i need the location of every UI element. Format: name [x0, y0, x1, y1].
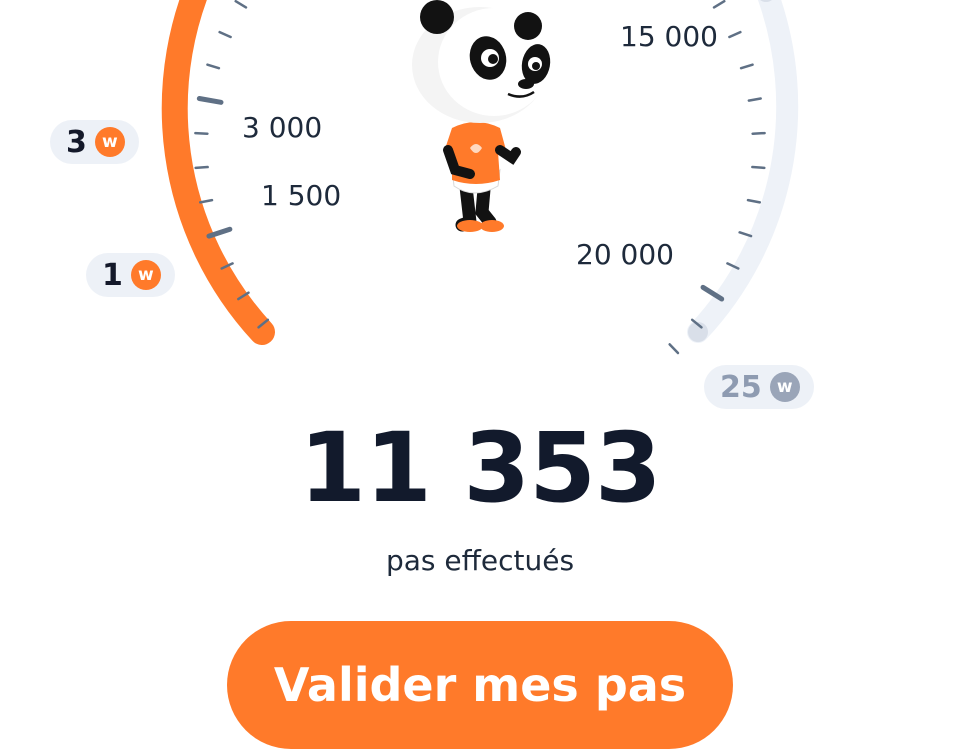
gauge-major-tick — [196, 96, 224, 105]
reward-amount: 1 — [102, 257, 123, 293]
gauge-minor-tick — [746, 198, 762, 204]
reward-badge-1: 1 w — [86, 253, 175, 297]
steps-count: 11 353 — [299, 412, 661, 524]
reward-badge-3: 3 w — [50, 120, 139, 164]
scale-label-1500: 1 500 — [261, 179, 342, 212]
gauge-minor-tick — [198, 198, 214, 204]
gauge-minor-tick — [728, 30, 742, 39]
gauge-progress-arc — [161, 0, 275, 345]
gauge-minor-tick — [738, 231, 753, 238]
gauge-major-tick — [206, 226, 233, 239]
coin-icon: w — [769, 372, 800, 402]
reward-badge-25: 25 w — [704, 365, 814, 409]
scale-label-3000: 3 000 — [242, 111, 323, 144]
gauge-minor-tick — [739, 63, 754, 70]
scale-label-20000: 20 000 — [576, 238, 674, 271]
gauge-minor-tick — [234, 0, 248, 9]
panda-mascot — [412, 0, 551, 232]
gauge-minor-tick — [751, 165, 766, 170]
gauge-minor-tick — [206, 63, 221, 70]
validate-steps-button[interactable]: Valider mes pas — [227, 621, 733, 749]
coin-icon: w — [130, 260, 161, 290]
gauge-minor-tick — [194, 165, 209, 170]
coin-icon: w — [94, 127, 125, 157]
gauge-minor-tick — [747, 97, 762, 102]
reward-amount: 3 — [66, 124, 87, 160]
gauge-minor-tick — [194, 131, 209, 135]
gauge-minor-tick — [668, 343, 680, 355]
steps-caption: pas effectués — [385, 544, 575, 577]
gauge-minor-tick — [751, 131, 766, 135]
gauge-minor-tick — [218, 30, 232, 39]
gauge-minor-tick — [712, 0, 726, 9]
reward-amount: 25 — [720, 369, 762, 405]
scale-label-15000: 15 000 — [620, 20, 718, 53]
